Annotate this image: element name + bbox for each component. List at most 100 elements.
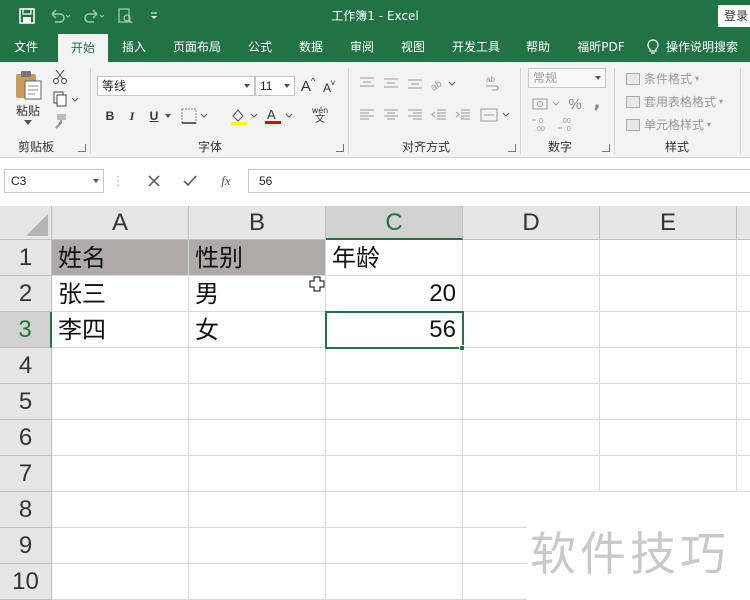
wrap-text-icon[interactable]: ab xyxy=(482,72,504,94)
cell-e7[interactable] xyxy=(600,456,737,492)
tab-file[interactable]: 文件 xyxy=(4,32,48,62)
cell-b3[interactable]: 女 xyxy=(189,312,326,348)
cell-a7[interactable] xyxy=(52,456,189,492)
format-painter-icon[interactable] xyxy=(50,112,70,130)
copy-icon[interactable] xyxy=(50,90,82,108)
column-header-b[interactable]: B xyxy=(189,206,326,240)
tab-view[interactable]: 视图 xyxy=(393,32,433,62)
row-header-3[interactable]: 3 xyxy=(0,312,52,348)
row-header-1[interactable]: 1 xyxy=(0,240,52,276)
cell-d7[interactable] xyxy=(463,456,600,492)
paste-button[interactable]: 粘贴 xyxy=(10,102,46,118)
cell-c4[interactable] xyxy=(326,348,463,384)
number-format-select[interactable]: 常规 xyxy=(528,68,606,88)
row-header-5[interactable]: 5 xyxy=(0,384,52,420)
cell-d3[interactable] xyxy=(463,312,600,348)
undo-icon[interactable] xyxy=(46,0,74,32)
bold-button[interactable]: B xyxy=(101,106,119,126)
cut-icon[interactable] xyxy=(50,68,70,86)
cell-b7[interactable] xyxy=(189,456,326,492)
align-center-icon[interactable] xyxy=(380,106,402,124)
align-middle-icon[interactable] xyxy=(380,74,402,92)
cell-e1[interactable] xyxy=(600,240,737,276)
name-box[interactable]: C3 xyxy=(4,169,104,193)
cell-f1[interactable] xyxy=(737,240,750,276)
cell-a5[interactable] xyxy=(52,384,189,420)
tab-formulas[interactable]: 公式 xyxy=(240,32,280,62)
cell-a8[interactable] xyxy=(52,492,189,528)
column-header-e[interactable]: E xyxy=(600,206,737,240)
grow-font-button[interactable]: A ^ xyxy=(299,76,317,96)
cell-e6[interactable] xyxy=(600,420,737,456)
row-header-6[interactable]: 6 xyxy=(0,420,52,456)
cell-b1[interactable]: 性别 xyxy=(189,240,326,276)
fill-handle[interactable] xyxy=(459,345,465,351)
font-name-select[interactable]: 等线 xyxy=(97,76,255,96)
paste-icon[interactable] xyxy=(10,68,46,102)
cell-d2[interactable] xyxy=(463,276,600,312)
cell-a3[interactable]: 李四 xyxy=(52,312,189,348)
cell-a9[interactable] xyxy=(52,528,189,564)
increase-indent-icon[interactable] xyxy=(452,106,474,124)
font-color-icon[interactable]: A xyxy=(262,106,296,126)
phonetic-button[interactable]: wén 文 xyxy=(306,104,334,126)
align-right-icon[interactable] xyxy=(404,106,426,124)
cell-d1[interactable] xyxy=(463,240,600,276)
tab-insert[interactable]: 插入 xyxy=(114,32,154,62)
format-as-table-button[interactable]: 套用表格格式 ▾ xyxy=(626,93,723,110)
cell-e2[interactable] xyxy=(600,276,737,312)
underline-dropdown-icon[interactable] xyxy=(163,106,173,126)
insert-function-button[interactable]: fx xyxy=(212,169,240,193)
cell-b4[interactable] xyxy=(189,348,326,384)
cell-b9[interactable] xyxy=(189,528,326,564)
cell-b2[interactable]: 男 xyxy=(189,276,326,312)
align-bottom-icon[interactable] xyxy=(404,74,426,92)
cell-e4[interactable] xyxy=(600,348,737,384)
font-size-select[interactable]: 11 xyxy=(255,76,295,96)
customize-qat-icon[interactable] xyxy=(146,0,162,32)
cell-c2[interactable]: 20 xyxy=(326,276,463,312)
login-button[interactable]: 登录 xyxy=(718,5,750,27)
row-header-8[interactable]: 8 xyxy=(0,492,52,528)
decrease-indent-icon[interactable] xyxy=(428,106,450,124)
enter-icon[interactable] xyxy=(176,169,204,193)
fill-color-icon[interactable] xyxy=(228,106,260,126)
formula-input[interactable]: 56 xyxy=(248,169,750,193)
accounting-format-icon[interactable] xyxy=(530,94,564,114)
cell-styles-button[interactable]: 单元格样式 ▾ xyxy=(626,116,711,133)
cell-c8[interactable] xyxy=(326,492,463,528)
cell-f4[interactable] xyxy=(737,348,750,384)
cell-d5[interactable] xyxy=(463,384,600,420)
alignment-launcher-icon[interactable] xyxy=(508,144,516,152)
cell-b10[interactable] xyxy=(189,564,326,600)
cell-d4[interactable] xyxy=(463,348,600,384)
comma-button[interactable]: , xyxy=(588,92,606,113)
cell-a10[interactable] xyxy=(52,564,189,600)
cell-c5[interactable] xyxy=(326,384,463,420)
border-icon[interactable] xyxy=(180,106,210,126)
cell-f3[interactable] xyxy=(737,312,750,348)
tab-developer[interactable]: 开发工具 xyxy=(444,32,508,62)
conditional-format-button[interactable]: 条件格式 ▾ xyxy=(626,70,699,87)
row-header-4[interactable]: 4 xyxy=(0,348,52,384)
print-preview-icon[interactable] xyxy=(114,0,136,32)
cell-a4[interactable] xyxy=(52,348,189,384)
italic-button[interactable]: I xyxy=(123,106,141,126)
row-header-7[interactable]: 7 xyxy=(0,456,52,492)
cell-f7[interactable] xyxy=(737,456,750,492)
cell-e5[interactable] xyxy=(600,384,737,420)
cell-c1[interactable]: 年龄 xyxy=(326,240,463,276)
column-header-c[interactable]: C xyxy=(326,206,463,240)
shrink-font-button[interactable]: Av xyxy=(320,78,338,98)
tab-home[interactable]: 开始 xyxy=(58,34,108,62)
column-header-f[interactable] xyxy=(737,206,750,240)
cell-f6[interactable] xyxy=(737,420,750,456)
cell-f2[interactable] xyxy=(737,276,750,312)
tab-page-layout[interactable]: 页面布局 xyxy=(166,32,228,62)
row-header-9[interactable]: 9 xyxy=(0,528,52,564)
more-options-icon[interactable]: ⋮ xyxy=(108,169,128,193)
cell-f5[interactable] xyxy=(737,384,750,420)
tell-me-search[interactable]: 操作说明搜索 xyxy=(646,32,750,62)
column-header-a[interactable]: A xyxy=(52,206,189,240)
paste-dropdown-icon[interactable] xyxy=(22,118,34,128)
